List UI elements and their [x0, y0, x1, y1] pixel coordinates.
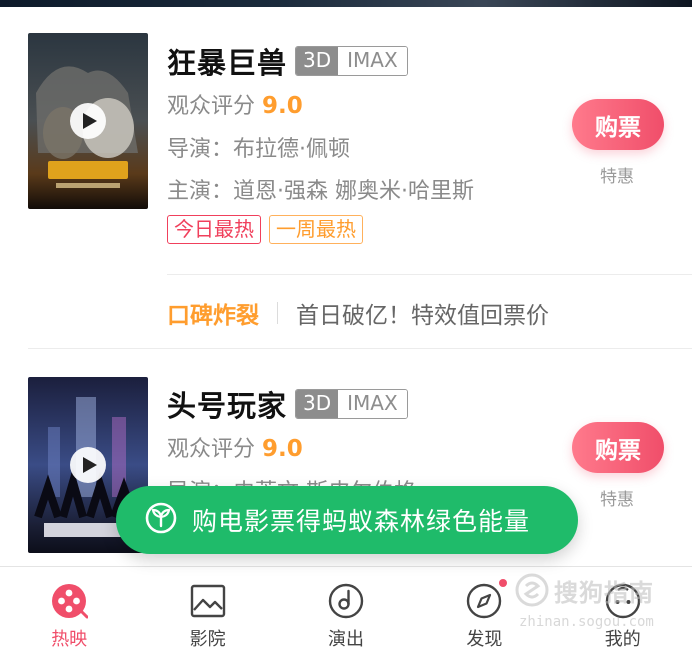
tab-label: 热映 [51, 629, 88, 650]
ant-forest-toast[interactable]: 购电影票得蚂蚁森林绿色能量 [116, 486, 578, 554]
format-imax-label: IMAX [338, 47, 407, 75]
praise-text: 首日破亿！特效值回票价 [296, 303, 549, 329]
toast-text: 购电影票得蚂蚁森林绿色能量 [192, 507, 531, 536]
movie-poster[interactable] [28, 33, 148, 209]
score-line: 观众评分 9.0 [167, 431, 303, 463]
picture-icon [188, 581, 228, 621]
score-value: 9.0 [262, 93, 303, 119]
compass-icon [464, 581, 504, 621]
tab-cinemas[interactable]: 影院 [138, 567, 276, 657]
sprout-icon [144, 501, 178, 539]
director-line: 导演：布拉德·佩顿 [167, 137, 350, 162]
format-imax-label: IMAX [338, 390, 407, 418]
score-value: 9.0 [262, 436, 303, 462]
format-3d-label: 3D [296, 390, 339, 418]
tab-label: 影院 [189, 629, 226, 650]
watermark-url: zhinan.sogou.com [519, 614, 654, 630]
tab-now-showing[interactable]: 热映 [0, 567, 138, 657]
music-disc-icon [326, 581, 366, 621]
praise-label: 口碑炸裂 [167, 303, 259, 329]
tab-shows[interactable]: 演出 [277, 567, 415, 657]
hot-badges: 今日最热 一周最热 [167, 215, 363, 244]
movie-title[interactable]: 狂暴巨兽 [167, 40, 287, 82]
buy-ticket-button[interactable]: 购票 [572, 99, 664, 150]
buy-ticket-button[interactable]: 购票 [572, 422, 664, 473]
week-hottest-badge: 一周最热 [269, 215, 363, 244]
tab-label: 演出 [327, 629, 364, 650]
tab-label: 发现 [466, 629, 503, 650]
movie-card[interactable]: 狂暴巨兽 3D IMAX 观众评分 9.0 导演：布拉德·佩顿 主演：道恩·强森… [0, 0, 692, 270]
discount-label: 特惠 [600, 490, 634, 510]
format-3d-label: 3D [296, 47, 339, 75]
separator [277, 302, 278, 324]
praise-row[interactable]: 口碑炸裂 首日破亿！特效值回票价 [167, 296, 549, 330]
cast-line: 主演：道恩·强森 娜奥米·哈里斯 [167, 179, 474, 204]
divider [28, 348, 692, 349]
watermark-text: 搜狗指南 [554, 578, 654, 607]
score-label: 观众评分 [167, 94, 256, 119]
discount-label: 特惠 [600, 167, 634, 187]
sogou-watermark: 搜狗指南 [514, 572, 654, 608]
play-icon[interactable] [70, 103, 106, 139]
today-hottest-badge: 今日最热 [167, 215, 261, 244]
notification-dot [499, 579, 508, 587]
divider [167, 274, 692, 275]
score-line: 观众评分 9.0 [167, 88, 303, 120]
score-label: 观众评分 [167, 437, 256, 462]
play-icon[interactable] [70, 447, 106, 483]
format-tag: 3D IMAX [295, 46, 408, 76]
format-tag: 3D IMAX [295, 389, 408, 419]
movie-title[interactable]: 头号玩家 [167, 383, 287, 425]
film-reel-icon [49, 581, 89, 621]
sogou-logo-icon [515, 573, 549, 607]
